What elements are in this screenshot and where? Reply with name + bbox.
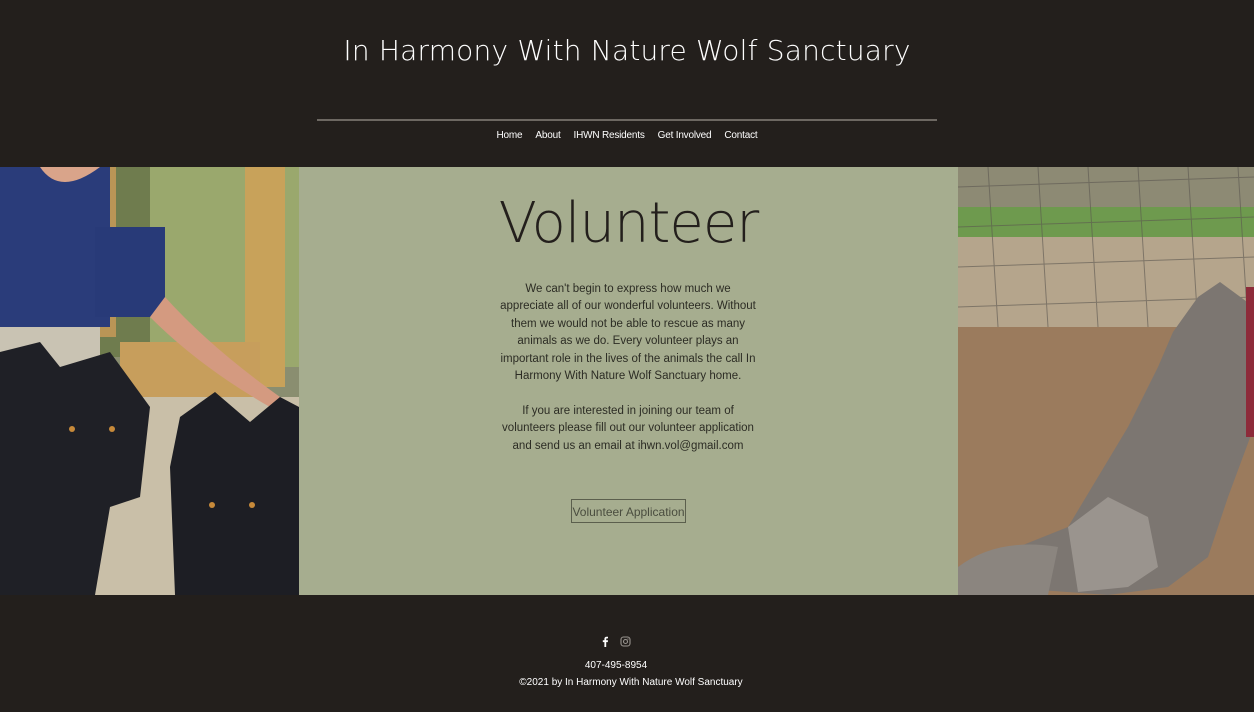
header-divider bbox=[317, 119, 937, 121]
site-title[interactable]: In Harmony With Nature Wolf Sanctuary bbox=[0, 34, 1254, 67]
instagram-icon[interactable] bbox=[620, 634, 631, 647]
nav-item-home[interactable]: Home bbox=[497, 130, 523, 141]
page-title: Volunteer bbox=[498, 191, 760, 256]
gray-wolf-in-enclosure-photo bbox=[958, 167, 1254, 595]
facebook-icon[interactable] bbox=[600, 634, 611, 647]
volunteer-panel: Volunteer We can't begin to express how … bbox=[299, 167, 958, 595]
social-links bbox=[600, 634, 631, 647]
volunteer-application-button[interactable]: Volunteer Application bbox=[571, 499, 686, 523]
site-footer: 407-495-8954 ©2021 by In Harmony With Na… bbox=[0, 595, 1254, 712]
nav-item-about[interactable]: About bbox=[535, 130, 560, 141]
volunteer-section: Volunteer We can't begin to express how … bbox=[0, 167, 1254, 595]
nav-item-residents[interactable]: IHWN Residents bbox=[574, 130, 645, 141]
nav-item-contact[interactable]: Contact bbox=[724, 130, 757, 141]
volunteer-intro-text: We can't begin to express how much we ap… bbox=[500, 283, 756, 383]
main-nav: Home About IHWN Residents Get Involved C… bbox=[0, 130, 1254, 141]
footer-copyright: ©2021 by In Harmony With Nature Wolf San… bbox=[519, 677, 743, 688]
nav-item-get-involved[interactable]: Get Involved bbox=[658, 130, 712, 141]
footer-phone: 407-495-8954 bbox=[584, 660, 648, 671]
volunteer-with-black-wolves-photo bbox=[0, 167, 299, 595]
site-header: In Harmony With Nature Wolf Sanctuary Ho… bbox=[0, 0, 1254, 167]
volunteer-instructions-text: If you are interested in joining our tea… bbox=[502, 405, 754, 452]
